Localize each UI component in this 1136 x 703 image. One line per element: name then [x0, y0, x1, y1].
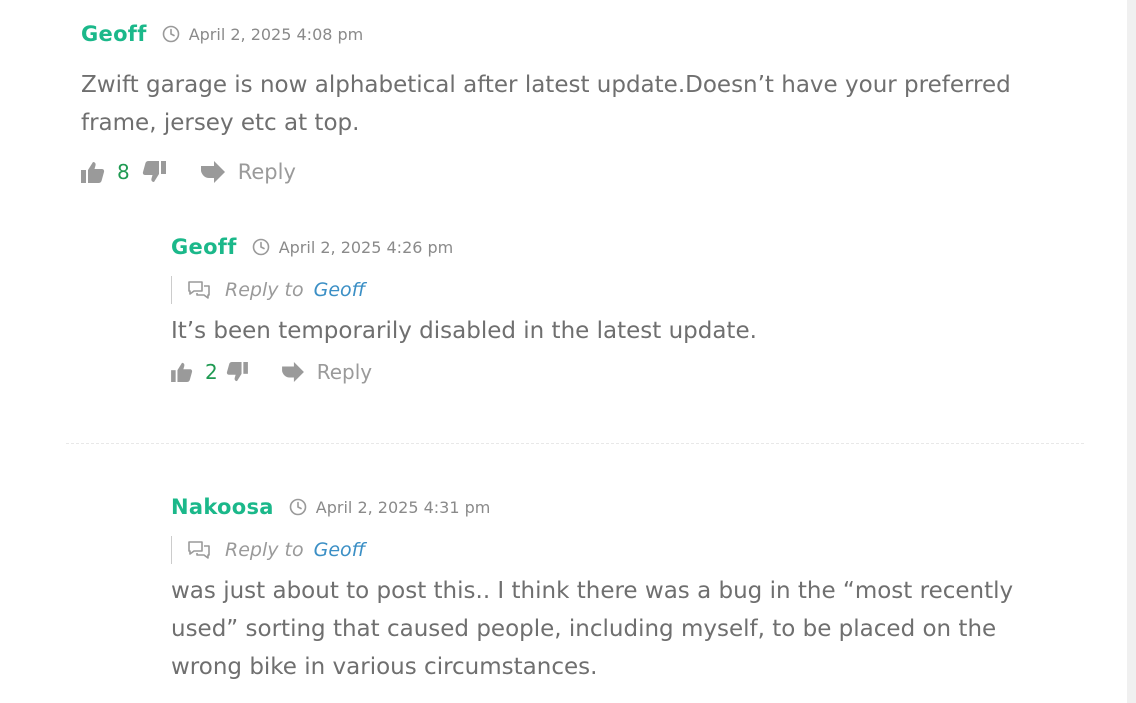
reply-button[interactable]: Reply	[200, 160, 296, 184]
reply-button[interactable]: Reply	[281, 360, 372, 384]
comment-author[interactable]: Nakoosa	[171, 495, 274, 519]
comment-meta: Geoff April 2, 2025 4:08 pm	[81, 22, 1071, 46]
clock-icon	[162, 25, 180, 43]
comment: Geoff April 2, 2025 4:08 pm Zwift garage…	[81, 22, 1071, 187]
reply-arrow-icon	[281, 362, 305, 382]
comment-actions: 8 Reply	[81, 157, 1071, 187]
thumbs-down-icon[interactable]	[226, 362, 248, 382]
reply-to: Reply to Geoff	[171, 276, 1071, 304]
comment-text: It’s been temporarily disabled in the la…	[171, 318, 757, 344]
comment-text: was just about to post this.. I think th…	[171, 578, 1014, 680]
like-count: 2	[205, 360, 218, 384]
thumbs-down-icon[interactable]	[142, 161, 166, 183]
thumbs-up-icon[interactable]	[81, 161, 105, 183]
comment-date[interactable]: April 2, 2025 4:31 pm	[316, 498, 491, 517]
comment-author[interactable]: Geoff	[171, 235, 237, 259]
comment-date[interactable]: April 2, 2025 4:26 pm	[279, 238, 454, 257]
reply-to-label: Reply to	[225, 539, 304, 561]
reply-label: Reply	[316, 360, 373, 384]
comment-author[interactable]: Geoff	[81, 22, 147, 46]
comment-reply: Geoff April 2, 2025 4:26 pm Reply to Geo…	[171, 235, 1071, 387]
scrollbar[interactable]	[1127, 0, 1136, 703]
like-count: 8	[117, 160, 130, 184]
comment-meta: Nakoosa April 2, 2025 4:31 pm	[171, 495, 1071, 519]
comment-date[interactable]: April 2, 2025 4:08 pm	[189, 25, 364, 44]
reply-arrow-icon	[200, 161, 226, 183]
clock-icon	[289, 498, 307, 516]
comment-text: Zwift garage is now alphabetical after l…	[81, 72, 1011, 136]
comment-actions: 2 Reply	[171, 357, 1071, 387]
comment-reply: Nakoosa April 2, 2025 4:31 pm Reply to G…	[171, 495, 1071, 686]
thumbs-up-icon[interactable]	[171, 362, 193, 382]
reply-to: Reply to Geoff	[171, 536, 1071, 564]
reply-to-label: Reply to	[225, 279, 304, 301]
comment-meta: Geoff April 2, 2025 4:26 pm	[171, 235, 1071, 259]
reply-label: Reply	[237, 160, 296, 184]
speech-bubbles-icon	[187, 540, 211, 560]
comment-divider	[66, 443, 1084, 444]
clock-icon	[252, 238, 270, 256]
reply-to-author-link[interactable]: Geoff	[314, 539, 366, 561]
speech-bubbles-icon	[187, 280, 211, 300]
reply-to-author-link[interactable]: Geoff	[314, 279, 366, 301]
